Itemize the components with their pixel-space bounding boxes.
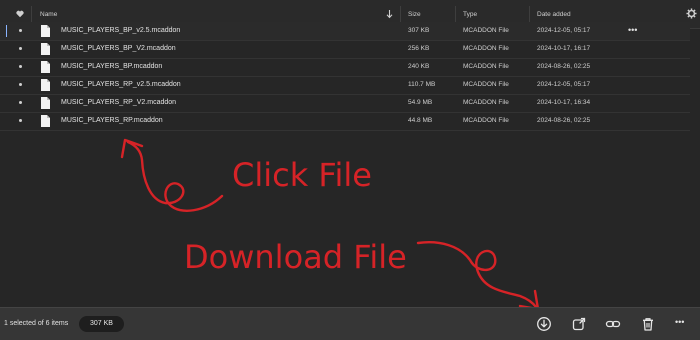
download-file-arrow bbox=[416, 241, 538, 309]
more-icon[interactable]: ••• bbox=[675, 317, 684, 327]
link-icon[interactable] bbox=[605, 316, 621, 332]
selected-size-badge: 307 KB bbox=[79, 316, 124, 332]
trash-icon[interactable] bbox=[640, 316, 656, 332]
click-file-arrow bbox=[126, 140, 224, 212]
selection-action-bar: 1 selected of 6 items 307 KB ••• bbox=[0, 307, 700, 340]
download-file-annotation: Download File bbox=[184, 238, 407, 276]
share-icon[interactable] bbox=[571, 316, 587, 332]
selection-count: 1 selected of 6 items bbox=[4, 320, 69, 327]
click-file-arrowhead bbox=[120, 138, 144, 159]
download-icon[interactable] bbox=[536, 316, 552, 332]
click-file-annotation: Click File bbox=[232, 156, 372, 194]
